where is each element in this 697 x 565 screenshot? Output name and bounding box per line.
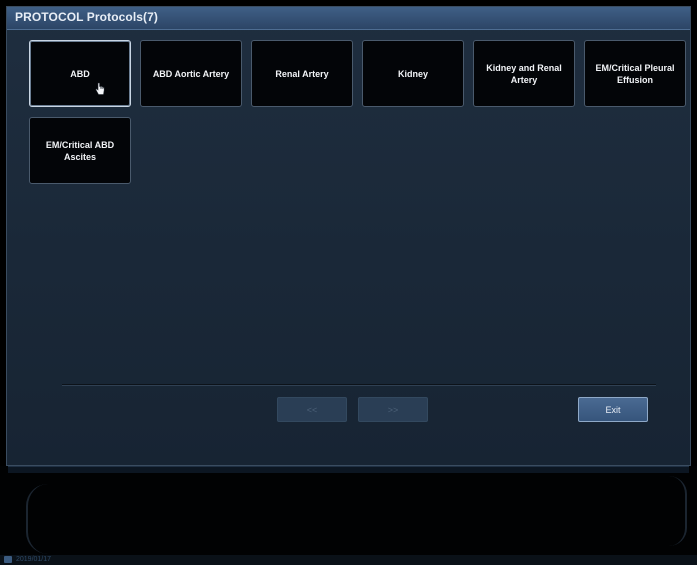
status-bar: 2019/01/17: [0, 555, 697, 565]
protocol-label: Kidney: [397, 68, 428, 79]
left-arc-decoration: [26, 484, 48, 554]
protocol-label: ABD Aortic Artery: [152, 68, 230, 79]
title-bar: PROTOCOL Protocols(7): [7, 7, 690, 30]
protocol-label: EM/Critical ABD Ascites: [45, 139, 115, 162]
divider: [62, 384, 656, 386]
protocol-label: Kidney and Renal Artery: [486, 62, 562, 85]
right-arc-decoration: [669, 476, 687, 546]
protocol-button-em-critical-abd-ascites[interactable]: EM/Critical ABD Ascites: [29, 117, 131, 184]
screen: PROTOCOL Protocols(7) ABD ABD Aortic Art…: [0, 0, 697, 565]
dialog-title: PROTOCOL Protocols(7): [15, 10, 159, 24]
next-page-button[interactable]: >>: [358, 397, 428, 422]
bottom-panel: [0, 466, 697, 565]
protocol-button-kidney-and-renal-artery[interactable]: Kidney and Renal Artery: [473, 40, 575, 107]
protocol-dialog: PROTOCOL Protocols(7) ABD ABD Aortic Art…: [6, 6, 691, 466]
protocol-button-kidney[interactable]: Kidney: [362, 40, 464, 107]
protocol-label: Renal Artery: [275, 68, 329, 79]
protocol-label: ABD: [70, 68, 90, 79]
exit-label: Exit: [605, 404, 621, 415]
protocol-button-abd[interactable]: ABD: [29, 40, 131, 107]
bottom-strip: [8, 466, 689, 473]
previous-page-button[interactable]: <<: [277, 397, 347, 422]
status-text: 2019/01/17: [16, 556, 52, 563]
exit-button[interactable]: Exit: [578, 397, 648, 422]
protocol-label: EM/Critical Pleural Effusion: [595, 62, 675, 85]
protocol-button-renal-artery[interactable]: Renal Artery: [251, 40, 353, 107]
protocol-button-abd-aortic-artery[interactable]: ABD Aortic Artery: [140, 40, 242, 107]
next-page-label: >>: [387, 404, 399, 415]
hand-cursor-icon: [95, 82, 105, 95]
protocol-button-em-critical-pleural-effusion[interactable]: EM/Critical Pleural Effusion: [584, 40, 686, 107]
status-icon: [4, 556, 12, 563]
previous-page-label: <<: [306, 404, 318, 415]
